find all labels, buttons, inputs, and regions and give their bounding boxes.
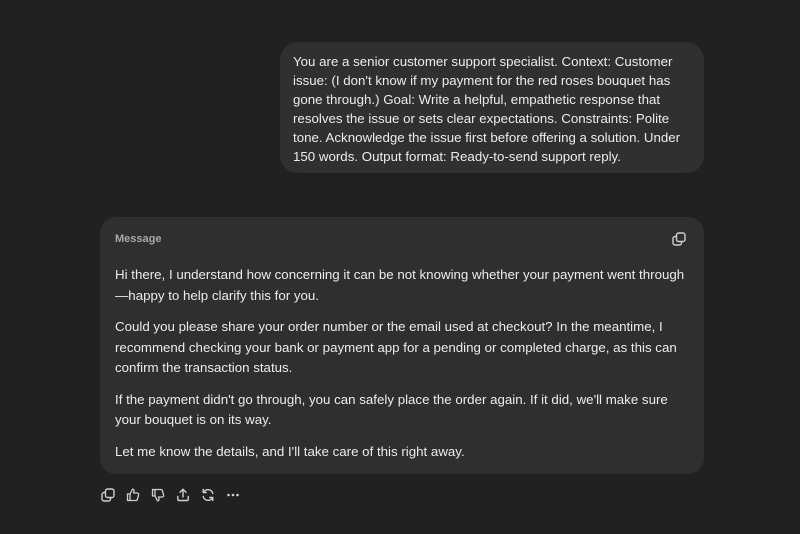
user-message-bubble: You are a senior customer support specia… bbox=[280, 42, 704, 173]
chat-page: You are a senior customer support specia… bbox=[0, 0, 800, 534]
reply-card-header: Message bbox=[115, 231, 688, 247]
copy-icon bbox=[672, 232, 686, 246]
thumbs-down-button[interactable] bbox=[148, 485, 168, 505]
copy-button[interactable] bbox=[98, 485, 118, 505]
copy-message-button[interactable] bbox=[670, 230, 688, 248]
more-options-button[interactable] bbox=[223, 485, 243, 505]
regenerate-button[interactable] bbox=[198, 485, 218, 505]
thumbs-down-icon bbox=[151, 488, 165, 502]
reply-paragraph: Hi there, I understand how concerning it… bbox=[115, 267, 685, 303]
reply-card-label: Message bbox=[115, 233, 162, 245]
user-message-text: You are a senior customer support specia… bbox=[293, 54, 681, 164]
reply-paragraph: Could you please share your order number… bbox=[115, 319, 677, 375]
share-icon bbox=[177, 488, 189, 502]
share-button[interactable] bbox=[173, 485, 193, 505]
thumbs-up-button[interactable] bbox=[123, 485, 143, 505]
copy-icon bbox=[101, 488, 115, 502]
regenerate-icon bbox=[202, 488, 214, 502]
message-action-bar bbox=[98, 485, 243, 505]
reply-paragraph: Let me know the details, and I'll take c… bbox=[115, 443, 465, 459]
reply-message-card: Message Hi there, I understand how conce… bbox=[100, 217, 704, 474]
reply-paragraph: If the payment didn't go through, you ca… bbox=[115, 391, 668, 428]
thumbs-up-icon bbox=[126, 488, 140, 502]
more-icon bbox=[227, 493, 239, 497]
